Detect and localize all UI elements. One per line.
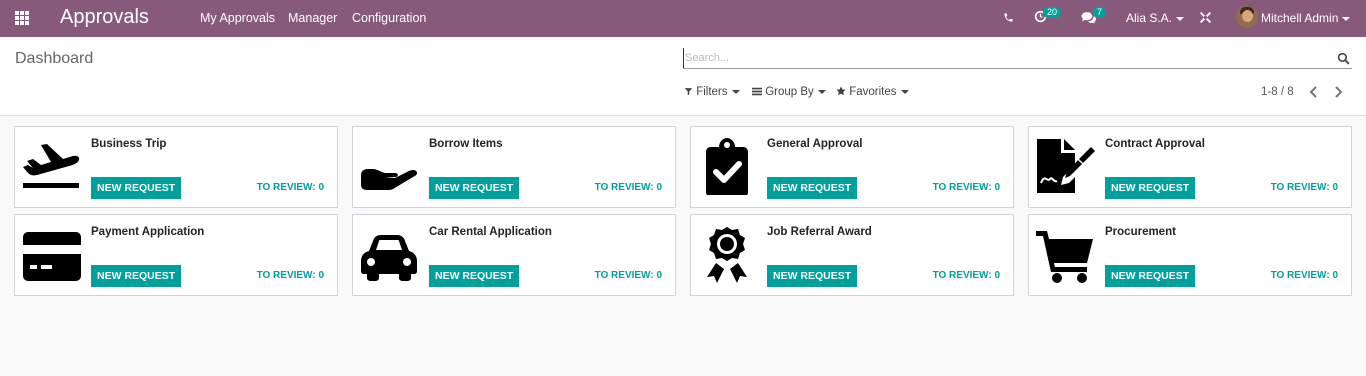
new-request-button[interactable]: NEW REQUEST xyxy=(767,265,858,287)
card-title[interactable]: General Approval xyxy=(767,137,862,151)
to-review-link[interactable]: TO REVIEW: 0 xyxy=(595,270,662,282)
new-request-button[interactable]: NEW REQUEST xyxy=(767,177,858,199)
phone-icon[interactable] xyxy=(1003,12,1014,23)
clipboard-check-icon xyxy=(706,138,748,195)
user-menu[interactable]: Mitchell Admin xyxy=(1261,10,1351,26)
search-icon[interactable] xyxy=(1337,52,1350,65)
new-request-button[interactable]: NEW REQUEST xyxy=(91,265,182,287)
to-review-link[interactable]: TO REVIEW: 0 xyxy=(257,270,324,282)
search-bar xyxy=(683,48,1352,69)
to-review-link[interactable]: TO REVIEW: 0 xyxy=(1271,270,1338,282)
search-input[interactable] xyxy=(683,48,1323,68)
new-request-button[interactable]: NEW REQUEST xyxy=(429,177,520,199)
group-by-label: Group By xyxy=(765,86,814,98)
approval-card-contract-approval[interactable]: Contract Approval NEW REQUEST TO REVIEW:… xyxy=(1028,126,1352,208)
menu-manager[interactable]: Manager xyxy=(288,10,337,26)
approval-card-car-rental[interactable]: Car Rental Application NEW REQUEST TO RE… xyxy=(352,214,676,296)
approval-card-borrow-items[interactable]: Borrow Items NEW REQUEST TO REVIEW: 0 xyxy=(352,126,676,208)
chevron-down-icon xyxy=(1176,16,1185,21)
filter-icon xyxy=(684,88,693,96)
user-avatar[interactable] xyxy=(1236,6,1258,28)
chevron-down-icon xyxy=(817,89,826,94)
app-title[interactable]: Approvals xyxy=(60,5,149,29)
hand-icon xyxy=(361,169,417,190)
card-title[interactable]: Borrow Items xyxy=(429,137,503,151)
award-icon xyxy=(707,227,747,283)
to-review-link[interactable]: TO REVIEW: 0 xyxy=(933,270,1000,282)
new-request-button[interactable]: NEW REQUEST xyxy=(1105,265,1196,287)
user-name: Mitchell Admin xyxy=(1261,11,1339,25)
breadcrumb: Dashboard xyxy=(15,50,94,67)
file-signature-icon xyxy=(1037,139,1095,193)
star-icon xyxy=(836,86,846,96)
card-title[interactable]: Procurement xyxy=(1105,225,1176,239)
favorites-button[interactable]: Favorites xyxy=(836,85,909,99)
card-title[interactable]: Car Rental Application xyxy=(429,225,552,239)
messages-badge: 7 xyxy=(1093,7,1107,18)
to-review-link[interactable]: TO REVIEW: 0 xyxy=(1271,182,1338,194)
card-title[interactable]: Contract Approval xyxy=(1105,137,1205,151)
credit-card-icon xyxy=(23,232,81,281)
new-request-button[interactable]: NEW REQUEST xyxy=(91,177,182,199)
chevron-right-icon[interactable] xyxy=(1332,84,1344,100)
control-panel: Dashboard Filters Group By Favorites 1-8… xyxy=(0,37,1366,116)
menu-my-approvals[interactable]: My Approvals xyxy=(200,10,275,26)
filters-button[interactable]: Filters xyxy=(684,85,740,99)
menu-configuration[interactable]: Configuration xyxy=(352,10,426,26)
company-switcher[interactable]: Alia S.A. xyxy=(1126,10,1185,26)
tools-icon[interactable] xyxy=(1199,11,1212,24)
pager-value[interactable]: 1-8 / 8 xyxy=(1261,85,1294,99)
approval-card-procurement[interactable]: Procurement NEW REQUEST TO REVIEW: 0 xyxy=(1028,214,1352,296)
approval-card-job-referral-award[interactable]: Job Referral Award NEW REQUEST TO REVIEW… xyxy=(690,214,1014,296)
apps-menu-icon[interactable] xyxy=(15,11,29,25)
card-title[interactable]: Payment Application xyxy=(91,225,204,239)
new-request-button[interactable]: NEW REQUEST xyxy=(429,265,520,287)
chevron-down-icon xyxy=(1342,16,1351,21)
company-name: Alia S.A. xyxy=(1126,11,1173,25)
new-request-button[interactable]: NEW REQUEST xyxy=(1105,177,1196,199)
group-by-button[interactable]: Group By xyxy=(752,85,826,99)
car-icon xyxy=(361,235,417,281)
card-title[interactable]: Business Trip xyxy=(91,137,166,151)
plane-icon xyxy=(23,144,80,188)
top-navbar: Approvals My Approvals Manager Configura… xyxy=(0,0,1366,37)
approval-card-business-trip[interactable]: Business Trip NEW REQUEST TO REVIEW: 0 xyxy=(14,126,338,208)
to-review-link[interactable]: TO REVIEW: 0 xyxy=(933,182,1000,194)
approval-card-payment-application[interactable]: Payment Application NEW REQUEST TO REVIE… xyxy=(14,214,338,296)
shopping-cart-icon xyxy=(1036,231,1093,283)
chevron-left-icon[interactable] xyxy=(1308,84,1320,100)
to-review-link[interactable]: TO REVIEW: 0 xyxy=(595,182,662,194)
to-review-link[interactable]: TO REVIEW: 0 xyxy=(257,182,324,194)
approval-card-general-approval[interactable]: General Approval NEW REQUEST TO REVIEW: … xyxy=(690,126,1014,208)
favorites-label: Favorites xyxy=(849,86,897,98)
chevron-down-icon xyxy=(900,89,909,94)
card-title[interactable]: Job Referral Award xyxy=(767,225,872,239)
filters-label: Filters xyxy=(696,86,728,98)
chevron-down-icon xyxy=(731,89,740,94)
activity-badge: 20 xyxy=(1043,7,1062,18)
list-icon xyxy=(752,87,762,96)
